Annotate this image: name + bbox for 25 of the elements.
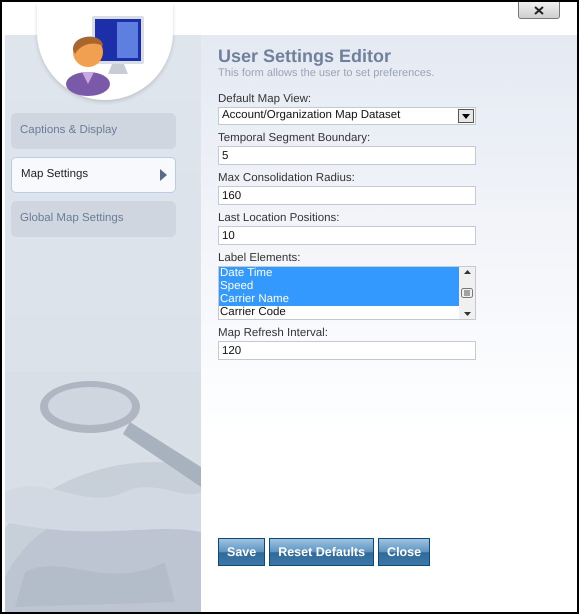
page-title: User Settings Editor xyxy=(218,45,392,67)
action-button[interactable]: Close xyxy=(378,538,430,566)
field-label: Label Elements: xyxy=(218,251,302,265)
field-label: Map Refresh Interval: xyxy=(218,326,329,340)
close-icon xyxy=(534,6,544,14)
field-label: Max Consolidation Radius: xyxy=(218,171,356,185)
field-label: Temporal Segment Boundary: xyxy=(218,131,372,145)
field-label: Last Location Positions: xyxy=(218,211,340,225)
scroll-up-icon xyxy=(464,270,470,274)
label-elements-listbox[interactable]: Date Time Speed Carrier Name Carrier Code xyxy=(218,266,476,320)
sidebar-item[interactable]: Map Settings xyxy=(11,157,176,193)
scroll-thumb-icon xyxy=(461,288,473,298)
action-button[interactable]: Save xyxy=(218,538,266,566)
close-window-button[interactable] xyxy=(518,2,560,19)
scroll-down-icon xyxy=(464,312,470,316)
field-label: Default Map View: xyxy=(218,92,312,106)
arrow-right-icon xyxy=(160,169,167,181)
input-field[interactable]: 5 xyxy=(218,146,476,165)
input-field[interactable]: 120 xyxy=(218,341,476,360)
map-view-dropdown[interactable]: Account/Organization Map Dataset xyxy=(218,107,476,125)
scrollbar[interactable] xyxy=(459,267,475,319)
input-field[interactable]: 10 xyxy=(218,226,476,245)
page-subtitle: This form allows the user to set preferences. xyxy=(218,67,436,80)
action-button[interactable]: Reset Defaults xyxy=(269,538,374,566)
input-field[interactable]: 160 xyxy=(218,186,476,205)
